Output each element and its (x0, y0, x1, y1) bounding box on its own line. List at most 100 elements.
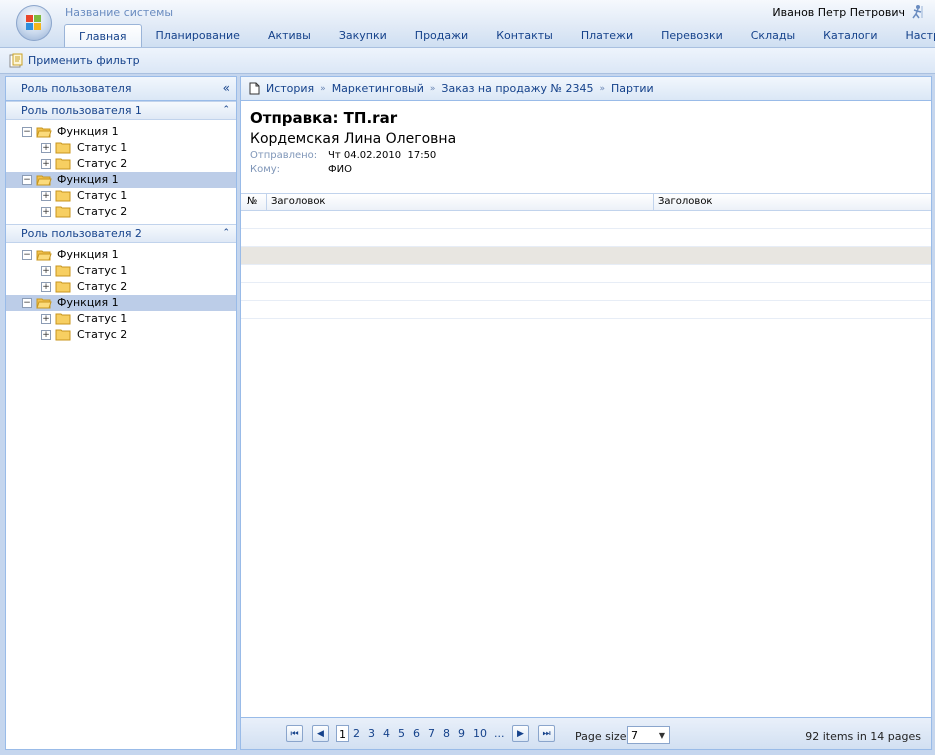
apply-filter-button[interactable]: Применить фильтр (8, 52, 140, 69)
tab-sales[interactable]: Продажи (401, 24, 482, 46)
tree-node-label: Статус 1 (77, 189, 128, 202)
tab-payments[interactable]: Платежи (567, 24, 647, 46)
page-number[interactable]: 4 (383, 727, 390, 740)
chevron-up-icon[interactable]: ⌃ (222, 225, 230, 242)
collapse-node-icon[interactable]: − (22, 250, 32, 260)
app-menu-button[interactable] (16, 5, 52, 41)
folder-icon (55, 313, 71, 325)
folder-icon (55, 142, 71, 154)
table-row[interactable] (241, 247, 931, 265)
expand-node-icon[interactable]: + (41, 159, 51, 169)
open-folder-icon (36, 127, 52, 138)
tree-node-function-selected[interactable]: − Функция 1 (6, 295, 236, 311)
page-number[interactable]: 9 (458, 727, 465, 740)
breadcrumb-item[interactable]: Партии (611, 82, 654, 95)
ribbon-toolbar: Применить фильтр (0, 47, 935, 74)
grid-body (241, 211, 931, 319)
collapse-sidebar-icon[interactable]: « (223, 77, 230, 100)
sidebar-panel: Роль пользователя « Роль пользователя 1 … (5, 76, 237, 750)
top-bar: Название системы Иванов Петр Петрович Гл… (0, 0, 935, 47)
tree-node-function[interactable]: − Функция 1 (6, 124, 236, 140)
page-ellipsis[interactable]: ... (494, 727, 505, 740)
tree-node-status[interactable]: + Статус 1 (6, 188, 236, 204)
tree-node-status[interactable]: + Статус 2 (6, 204, 236, 220)
last-page-button[interactable]: ⏭ (538, 725, 555, 742)
prev-page-button[interactable]: ◀ (312, 725, 329, 742)
first-page-button[interactable]: ⏮ (286, 725, 303, 742)
expand-node-icon[interactable]: + (41, 207, 51, 217)
page-size-label: Page size: (575, 730, 631, 743)
breadcrumb-item[interactable]: Заказ на продажу № 2345 (441, 82, 593, 95)
table-row[interactable] (241, 301, 931, 319)
breadcrumb-item[interactable]: Маркетинговый (332, 82, 424, 95)
expand-node-icon[interactable]: + (41, 314, 51, 324)
expand-node-icon[interactable]: + (41, 330, 51, 340)
tree-node-label: Статус 2 (77, 157, 128, 170)
tab-contacts[interactable]: Контакты (482, 24, 567, 46)
breadcrumb-item[interactable]: История (266, 82, 314, 95)
collapse-node-icon[interactable]: − (22, 175, 32, 185)
logout-icon[interactable] (909, 4, 925, 20)
tree-node-status[interactable]: + Статус 1 (6, 263, 236, 279)
open-folder-icon (36, 298, 52, 309)
tab-purchases[interactable]: Закупки (325, 24, 401, 46)
tab-catalogs[interactable]: Каталоги (809, 24, 891, 46)
folder-icon (55, 329, 71, 341)
expand-node-icon[interactable]: + (41, 282, 51, 292)
tree-node-label: Статус 1 (77, 141, 128, 154)
page-number[interactable]: 2 (353, 727, 360, 740)
tab-warehouses[interactable]: Склады (737, 24, 809, 46)
tab-assets[interactable]: Активы (254, 24, 325, 46)
table-row[interactable] (241, 211, 931, 229)
sidebar-title: Роль пользователя (21, 82, 132, 95)
column-number-header[interactable]: № (241, 194, 267, 210)
expand-node-icon[interactable]: + (41, 191, 51, 201)
filter-icon (9, 53, 23, 67)
page-number[interactable]: 6 (413, 727, 420, 740)
tree-node-status[interactable]: + Статус 2 (6, 279, 236, 295)
grid-header: № Заголовок Заголовок (241, 193, 931, 211)
collapse-node-icon[interactable]: − (22, 127, 32, 137)
role-group-header[interactable]: Роль пользователя 1 ⌃ (6, 101, 236, 120)
page-number-current[interactable]: 1 (336, 725, 349, 742)
tree-node-function[interactable]: − Функция 1 (6, 247, 236, 263)
tree-node-label: Статус 2 (77, 205, 128, 218)
breadcrumb-separator-icon: » (429, 83, 436, 94)
tab-home[interactable]: Главная (64, 24, 142, 47)
tab-settings[interactable]: Настройки (892, 24, 935, 46)
collapse-node-icon[interactable]: − (22, 298, 32, 308)
tree-node-function-selected[interactable]: − Функция 1 (6, 172, 236, 188)
column-title-header[interactable]: Заголовок (267, 194, 654, 210)
table-row[interactable] (241, 283, 931, 301)
tree-node-status[interactable]: + Статус 1 (6, 311, 236, 327)
page-number[interactable]: 10 (473, 727, 487, 740)
column-title-header[interactable]: Заголовок (654, 194, 928, 210)
expand-node-icon[interactable]: + (41, 266, 51, 276)
page-number[interactable]: 7 (428, 727, 435, 740)
chevron-up-icon[interactable]: ⌃ (222, 102, 230, 119)
user-name[interactable]: Иванов Петр Петрович (772, 6, 905, 19)
tree-node-status[interactable]: + Статус 1 (6, 140, 236, 156)
open-folder-icon (36, 250, 52, 261)
tree-node-status[interactable]: + Статус 2 (6, 156, 236, 172)
chevron-down-icon[interactable]: ▼ (659, 727, 665, 744)
tree-node-label: Функция 1 (57, 296, 119, 309)
message-title: Отправка: ТП.rar (250, 109, 398, 127)
page-size-value: 7 (631, 729, 638, 742)
page-number[interactable]: 3 (368, 727, 375, 740)
tab-shipping[interactable]: Перевозки (647, 24, 737, 46)
page-number[interactable]: 8 (443, 727, 450, 740)
tree-node-status[interactable]: + Статус 2 (6, 327, 236, 343)
page-number[interactable]: 5 (398, 727, 405, 740)
expand-node-icon[interactable]: + (41, 143, 51, 153)
role-tree: − Функция 1 + Статус 1 + Статус 2 − Функ… (6, 120, 236, 224)
role-group-header[interactable]: Роль пользователя 2 ⌃ (6, 224, 236, 243)
tree-node-label: Функция 1 (57, 173, 119, 186)
next-page-button[interactable]: ▶ (512, 725, 529, 742)
sender-name: Кордемская Лина Олеговна (250, 131, 457, 147)
breadcrumb: История » Маркетинговый » Заказ на прода… (241, 77, 931, 101)
tab-planning[interactable]: Планирование (142, 24, 254, 46)
table-row[interactable] (241, 265, 931, 283)
page-size-select[interactable]: 7 ▼ (627, 726, 670, 744)
table-row[interactable] (241, 229, 931, 247)
